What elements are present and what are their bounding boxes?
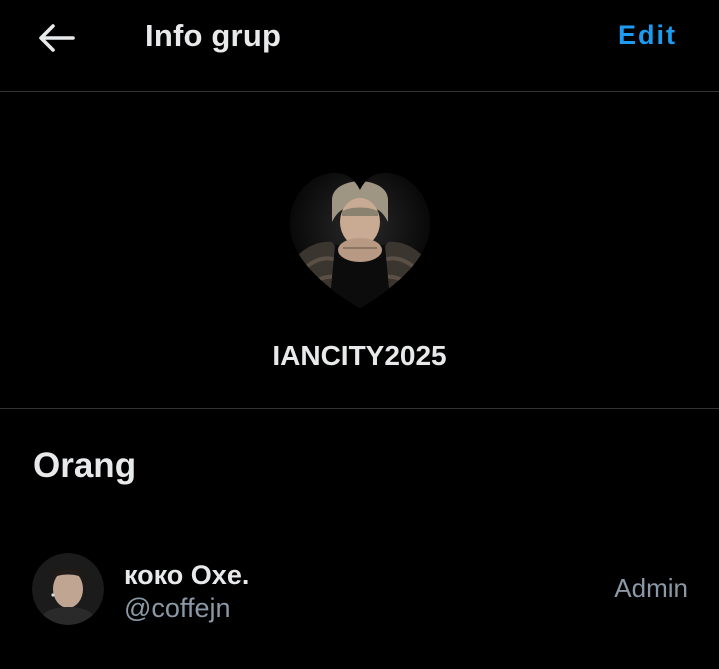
people-section-title: Orang [33, 446, 137, 485]
edit-button[interactable]: Edit [618, 20, 677, 51]
arrow-left-icon [39, 24, 75, 52]
page-title: Info grup [145, 18, 282, 53]
group-name: IANCITY2025 [272, 340, 447, 371]
member-row[interactable]: коко Oxe. @coffejn Admin [0, 540, 719, 640]
member-role-badge: Admin [614, 573, 688, 603]
back-button[interactable] [34, 18, 78, 58]
member-handle: @coffejn [124, 593, 231, 623]
top-bar: Info grup Edit [0, 0, 719, 92]
member-display-name: коко Oxe. [124, 560, 250, 590]
group-avatar[interactable] [287, 170, 433, 310]
member-avatar[interactable] [32, 553, 104, 625]
group-info-screen: Info grup Edit IANCITY2025 Orang коко Ox… [0, 0, 719, 669]
group-profile: IANCITY2025 [0, 92, 719, 409]
